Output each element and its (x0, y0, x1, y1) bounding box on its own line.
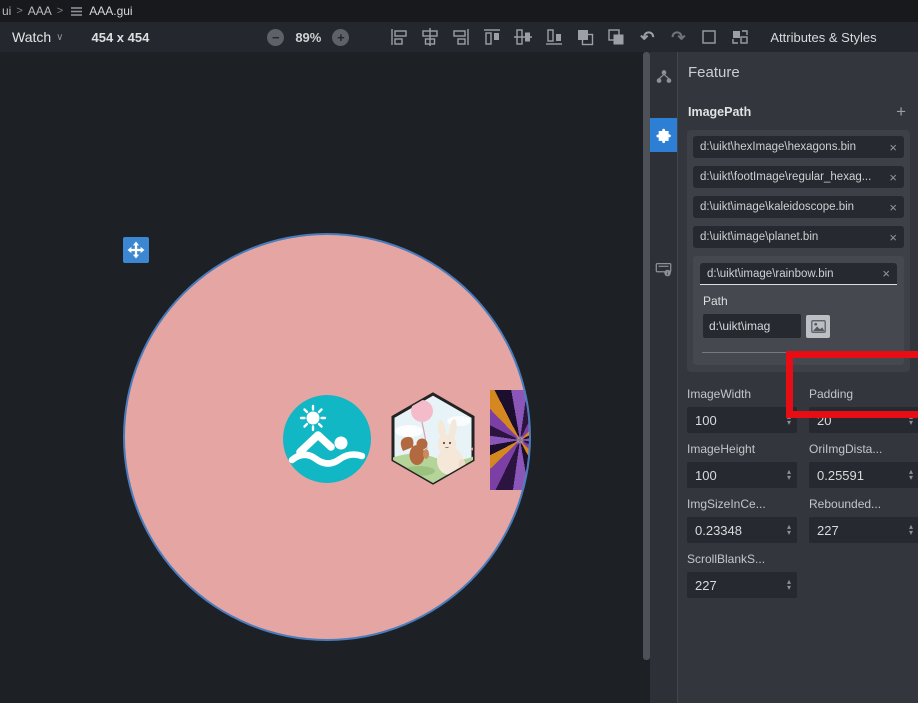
field-label: ImageWidth (687, 387, 797, 401)
field-label: Rebounded... (809, 497, 918, 511)
field-imagewidth: ImageWidth ▴▾ (687, 387, 797, 433)
align-right-icon[interactable] (451, 27, 471, 47)
imagepath-value: d:\uikt\image\kaleidoscope.bin (700, 201, 885, 213)
hierarchy-tab-icon[interactable] (650, 60, 677, 94)
field-scrollblanksize: ScrollBlankS... ▴▾ (687, 552, 797, 598)
send-backward-icon[interactable] (606, 27, 626, 47)
add-imagepath-button[interactable]: + (893, 103, 909, 120)
watch-dropdown[interactable]: Watch ∨ (12, 29, 63, 45)
path-field-label: Path (703, 294, 897, 308)
bunny-hexagon-item-image[interactable] (389, 391, 477, 486)
remove-path-icon[interactable]: × (882, 266, 890, 281)
stepper-buttons[interactable]: ▴▾ (781, 469, 797, 481)
imagepath-row[interactable]: d:\uikt\footImage\regular_hexag... × (693, 166, 904, 188)
zoom-controls: − 89% + (267, 29, 349, 46)
imagepath-row[interactable]: d:\uikt\image\planet.bin × (693, 226, 904, 248)
swimming-item-image[interactable] (283, 395, 371, 483)
toolbar: Watch ∨ 454 x 454 − 89% + (0, 22, 918, 52)
remove-path-icon[interactable]: × (889, 170, 897, 185)
oriimgdistance-input[interactable] (809, 468, 903, 483)
circular-scrollview-widget[interactable] (125, 235, 529, 639)
watch-label: Watch (12, 29, 51, 45)
field-oriimgdistance: OriImgDista... ▴▾ (809, 442, 918, 488)
feature-section-title: Feature (688, 64, 910, 81)
design-canvas[interactable] (0, 52, 650, 703)
breadcrumb-file[interactable]: AAA.gui (89, 4, 132, 18)
chevron-down-icon: ∨ (56, 32, 63, 43)
imagepath-list: d:\uikt\hexImage\hexagons.bin × d:\uikt\… (687, 130, 910, 372)
align-center-vertical-icon[interactable] (513, 27, 533, 47)
panel-tab-strip: i (650, 52, 677, 703)
stepper-buttons[interactable]: ▴▾ (781, 579, 797, 591)
align-top-icon[interactable] (482, 27, 502, 47)
breadcrumb-item-aaa[interactable]: AAA (28, 4, 52, 18)
breadcrumb: ui > AAA > AAA.gui (0, 0, 918, 22)
move-handle-icon[interactable] (123, 237, 149, 263)
image-picker-button[interactable] (806, 315, 830, 338)
align-bottom-icon[interactable] (544, 27, 564, 47)
imagepath-value: d:\uikt\hexImage\hexagons.bin (700, 141, 885, 153)
attributes-panel: Feature ImagePath + d:\uikt\hexImage\hex… (677, 52, 918, 703)
imagepath-expanded-group: d:\uikt\image\rainbow.bin × Path (693, 256, 904, 365)
layout-swap-icon[interactable] (730, 27, 750, 47)
field-imgsizeincenter: ImgSizeInCe... ▴▾ (687, 497, 797, 543)
imagepath-row[interactable]: d:\uikt\image\kaleidoscope.bin × (693, 196, 904, 218)
field-label: OriImgDista... (809, 442, 918, 456)
imageheight-input[interactable] (687, 468, 781, 483)
form-info-tab-icon[interactable]: i (650, 252, 677, 286)
imagepath-row-selected[interactable]: d:\uikt\image\rainbow.bin × (700, 263, 897, 285)
imgsizeincenter-input[interactable] (687, 523, 781, 538)
kaleidoscope-item-image[interactable] (490, 390, 529, 490)
imagepath-header: ImagePath + (688, 103, 909, 120)
imagewidth-input[interactable] (687, 413, 781, 428)
field-padding: Padding ▴▾ (809, 387, 918, 433)
imagepath-label: ImagePath (688, 105, 751, 119)
imagepath-value: d:\uikt\image\planet.bin (700, 231, 885, 243)
stepper-buttons[interactable]: ▴▾ (781, 524, 797, 536)
imagepath-value: d:\uikt\image\rainbow.bin (707, 268, 878, 280)
stepper-buttons[interactable]: ▴▾ (903, 524, 918, 536)
canvas-dimensions: 454 x 454 (91, 30, 149, 45)
field-imageheight: ImageHeight ▴▾ (687, 442, 797, 488)
breadcrumb-separator: > (57, 5, 63, 17)
group-separator (702, 352, 895, 353)
selection-box-icon[interactable] (699, 27, 719, 47)
remove-path-icon[interactable]: × (889, 230, 897, 245)
zoom-in-button[interactable]: + (332, 29, 349, 46)
redo-icon[interactable]: ↷ (668, 27, 688, 47)
breadcrumb-separator: > (16, 5, 22, 17)
align-left-icon[interactable] (389, 27, 409, 47)
undo-icon[interactable]: ↶ (637, 27, 657, 47)
feature-tab-icon[interactable] (650, 118, 677, 152)
field-label: ImgSizeInCe... (687, 497, 797, 511)
remove-path-icon[interactable]: × (889, 200, 897, 215)
padding-input[interactable] (809, 413, 903, 428)
field-label: ImageHeight (687, 442, 797, 456)
path-input[interactable] (703, 314, 801, 338)
canvas-vertical-scrollbar[interactable] (643, 52, 650, 660)
gui-file-icon (70, 6, 83, 17)
feature-fields: ImageWidth ▴▾ Padding ▴▾ Image (687, 387, 910, 607)
breadcrumb-item-ui[interactable]: ui (2, 4, 11, 18)
imagepath-value: d:\uikt\footImage\regular_hexag... (700, 171, 885, 183)
align-center-horizontal-icon[interactable] (420, 27, 440, 47)
stepper-buttons[interactable]: ▴▾ (781, 414, 797, 426)
rebounded-input[interactable] (809, 523, 903, 538)
zoom-out-button[interactable]: − (267, 29, 284, 46)
app-window: ui > AAA > AAA.gui Watch ∨ 454 x 454 − 8… (0, 0, 918, 703)
remove-path-icon[interactable]: × (889, 140, 897, 155)
stepper-buttons[interactable]: ▴▾ (903, 414, 918, 426)
alignment-toolbar: ↶ ↷ (389, 27, 750, 47)
imagepath-row[interactable]: d:\uikt\hexImage\hexagons.bin × (693, 136, 904, 158)
scrollblanksize-input[interactable] (687, 578, 781, 593)
field-rebounded: Rebounded... ▴▾ (809, 497, 918, 543)
panel-title: Attributes & Styles (770, 30, 876, 45)
bring-forward-icon[interactable] (575, 27, 595, 47)
zoom-level: 89% (295, 30, 321, 45)
path-input-row (703, 314, 897, 338)
field-label: ScrollBlankS... (687, 552, 797, 566)
stepper-buttons[interactable]: ▴▾ (903, 469, 918, 481)
field-label: Padding (809, 387, 918, 401)
